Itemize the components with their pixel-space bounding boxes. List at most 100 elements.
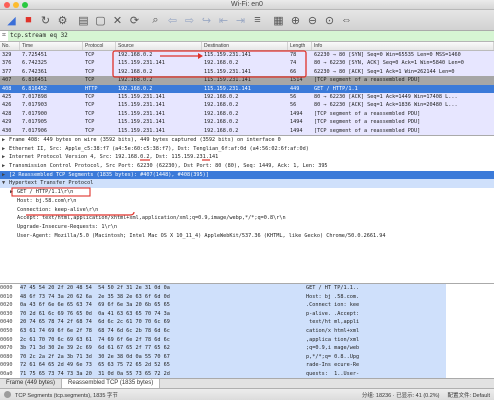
packet-cell-len: 56: [290, 102, 297, 109]
hex-row: 0050 63 61 74 69 6f 6e 2f 78 68 74 6d 6c …: [0, 326, 494, 336]
tab-frame-bytes[interactable]: Frame (449 bytes): [0, 379, 63, 388]
display-filter-input[interactable]: tcp.stream eq 32: [8, 31, 494, 41]
go-first-icon[interactable]: ⇤: [216, 13, 231, 28]
packet-row[interactable]: 408 6.816452 HTTP 192.168.0.2 115.159.231.14…: [0, 84, 494, 93]
expand-triangle-icon[interactable]: ▶: [2, 171, 9, 180]
hex-offset: 0030: [0, 310, 13, 317]
hex-ascii[interactable]: GET / HT TP/1.1..: [306, 284, 446, 293]
reload-icon[interactable]: ⟳: [127, 13, 142, 28]
status-profile-text[interactable]: 配置文件: Default: [448, 391, 490, 399]
column-header-destination[interactable]: Destination: [202, 42, 288, 50]
restart-icon[interactable]: ↻: [38, 13, 53, 28]
detail-row[interactable]: Accept: text/html,application/xhtml+xml,…: [0, 214, 494, 223]
hex-hex[interactable]: 0a 43 6f 6e 6e 65 63 74 69 6f 6e 3a 20 6…: [20, 301, 306, 310]
detail-row[interactable]: Connection: keep-alive\r\n: [0, 206, 494, 215]
column-header-no[interactable]: No.: [0, 42, 20, 50]
colorize-icon[interactable]: ▦: [271, 13, 286, 28]
packet-cell-info: [TCP segment of a reassembled PDU]: [314, 77, 421, 84]
detail-row[interactable]: ▼ Hypertext Transfer Protocol: [0, 179, 494, 189]
jump-to-icon[interactable]: ↪: [199, 13, 214, 28]
tab-reassembled-tcp[interactable]: Reassembled TCP (1835 bytes): [62, 379, 161, 388]
zoom-out-icon[interactable]: ⊖: [305, 13, 320, 28]
packet-row[interactable]: 425 7.017898 TCP 115.159.231.141 192.168.0.2…: [0, 92, 494, 102]
hex-row: 0070 3b 71 3d 30 2e 39 2c 69 6d 61 67 65 …: [0, 344, 494, 353]
packet-row[interactable]: 329 7.725451 TCP 192.168.0.2 115.159.231.141…: [0, 51, 494, 60]
column-header-info[interactable]: Info: [312, 42, 494, 50]
packet-details-pane: ▶ Frame 408: 449 bytes on wire (3592 bits…: [0, 135, 494, 283]
packet-row[interactable]: 407 6.816451 TCP 192.168.0.2 115.159.231.141…: [0, 76, 494, 85]
hex-ascii[interactable]: quests: 1..User-: [306, 369, 446, 378]
resize-columns-icon[interactable]: ⇔: [339, 13, 354, 28]
expand-triangle-icon[interactable]: ▶: [2, 136, 9, 145]
hex-offset: 0010: [0, 293, 13, 300]
zoom-in-icon[interactable]: ⊕: [288, 13, 303, 28]
column-header-protocol[interactable]: Protocol: [83, 42, 116, 50]
hex-hex[interactable]: 48 6f 73 74 3a 20 62 6a 2e 35 38 2e 63 6…: [20, 292, 306, 302]
detail-row[interactable]: ▶ GET / HTTP/1.1\r\n: [0, 188, 494, 197]
packet-cell-info: GET / HTTP/1.1: [314, 85, 358, 92]
autoscroll-icon[interactable]: ≡: [250, 13, 265, 28]
hex-hex[interactable]: 47 45 54 20 2f 20 48 54 54 50 2f 31 2e 3…: [20, 284, 306, 293]
hex-ascii[interactable]: cation/x html+xml: [306, 326, 446, 336]
hex-ascii[interactable]: Host: bj .58.com.: [306, 292, 446, 302]
detail-text: Upgrade-Insecure-Requests: 1\r\n: [17, 223, 117, 230]
hex-hex[interactable]: 70 2c 2a 2f 2a 3b 71 3d 30 2e 38 0d 0a 5…: [20, 352, 306, 362]
detail-row[interactable]: ▶ Transmission Control Protocol, Src Port…: [0, 162, 494, 171]
packet-cell-info: 62230 → 80 [SYN] Seq=0 Win=65535 Len=0 M…: [314, 52, 461, 58]
shark-fin-start-icon[interactable]: ◢: [4, 13, 19, 28]
hex-ascii[interactable]: p-alive. .Accept:: [306, 309, 446, 319]
detail-row[interactable]: ▶ Internet Protocol Version 4, Src: 192.1…: [0, 153, 494, 162]
expand-triangle-icon[interactable]: ▶: [10, 188, 17, 197]
column-header-time[interactable]: Time: [20, 42, 83, 50]
search-icon[interactable]: ⌕: [148, 13, 163, 28]
packet-row[interactable]: 430 7.017906 TCP 115.159.231.141 192.168.0.2…: [0, 126, 494, 135]
collapse-triangle-icon[interactable]: ▼: [2, 179, 9, 188]
packet-cell-src: 115.159.231.141: [118, 93, 165, 100]
go-last-icon[interactable]: ⇥: [233, 13, 248, 28]
options-gear-icon[interactable]: ⚙: [55, 13, 70, 28]
expand-triangle-icon[interactable]: ▶: [2, 153, 9, 162]
packet-cell-len: 1494: [290, 127, 303, 134]
detail-row[interactable]: Host: bj.58.com\r\n: [0, 197, 494, 206]
detail-text: Ethernet II, Src: Apple_c5:38:f7 (a4:5e:…: [9, 145, 309, 152]
file-icon[interactable]: ▢: [93, 13, 108, 28]
hex-hex[interactable]: 2c 61 70 70 6c 69 63 61 74 69 6f 6e 2f 7…: [20, 335, 306, 345]
hex-hex[interactable]: 70 2d 61 6c 69 76 65 0d 0a 41 63 63 65 7…: [20, 309, 306, 319]
hex-row: 0090 72 61 64 65 2d 49 6e 73 65 63 75 72 …: [0, 361, 494, 370]
detail-row[interactable]: ▶ Frame 408: 449 bytes on wire (3592 bits…: [0, 136, 494, 145]
zoom-reset-icon[interactable]: ⊙: [322, 13, 337, 28]
hex-hex[interactable]: 72 61 64 65 2d 49 6e 73 65 63 75 72 65 2…: [20, 361, 306, 370]
hex-ascii[interactable]: ,applica tion/xml: [306, 335, 446, 345]
column-header-length[interactable]: Length: [288, 42, 312, 50]
hex-ascii[interactable]: ;q=0.9,i mage/web: [306, 344, 446, 353]
bookmark-icon[interactable]: ⌗: [0, 32, 8, 40]
hex-hex[interactable]: 63 61 74 69 6f 6e 2f 78 68 74 6d 6c 2b 7…: [20, 326, 306, 336]
hex-hex[interactable]: 71 75 65 73 74 73 3a 20 31 0d 0a 55 73 6…: [20, 369, 306, 378]
detail-row[interactable]: ▶ Ethernet II, Src: Apple_c5:38:f7 (a4:5e…: [0, 145, 494, 154]
hex-ascii[interactable]: rade-Ins ecure-Re: [306, 361, 446, 370]
open-folder-icon[interactable]: ▤: [76, 13, 91, 28]
packet-row[interactable]: 376 6.742325 TCP 115.159.231.141 192.168.0.2…: [0, 59, 494, 68]
close-file-icon[interactable]: ✕: [110, 13, 125, 28]
packet-row[interactable]: 429 7.017905 TCP 115.159.231.141 192.168.0.2…: [0, 118, 494, 127]
hex-ascii[interactable]: text/ht ml,appli: [306, 318, 446, 327]
detail-row[interactable]: Upgrade-Insecure-Requests: 1\r\n: [0, 223, 494, 232]
packet-row[interactable]: 428 7.017900 TCP 115.159.231.141 192.168.0.2…: [0, 109, 494, 119]
hex-hex[interactable]: 3b 71 3d 30 2e 39 2c 69 6d 61 67 65 2f 7…: [20, 344, 306, 353]
forward-arrow-icon[interactable]: ⇨: [182, 13, 197, 28]
stop-icon[interactable]: ■: [21, 13, 36, 28]
packet-cell-no: 407: [2, 77, 12, 84]
packet-row[interactable]: 377 6.742361 TCP 192.168.0.2 115.159.231.141…: [0, 67, 494, 77]
packet-row[interactable]: 426 7.017903 TCP 115.159.231.141 192.168.0.2…: [0, 101, 494, 110]
hex-ascii[interactable]: .Connect ion: kee: [306, 301, 446, 310]
detail-row[interactable]: User-Agent: Mozilla/5.0 (Macintosh; Inte…: [0, 232, 494, 241]
hex-offset: 0090: [0, 362, 13, 369]
detail-row[interactable]: ▶ [2 Reassembled TCP Segments (1835 bytes…: [0, 170, 494, 180]
back-arrow-icon[interactable]: ⇦: [165, 13, 180, 28]
expand-triangle-icon[interactable]: ▶: [2, 162, 9, 171]
hex-ascii[interactable]: p,*/*;q= 0.8..Upg: [306, 352, 446, 362]
hex-hex[interactable]: 20 74 65 78 74 2f 68 74 6d 6c 2c 61 70 7…: [20, 318, 306, 327]
expand-triangle-icon[interactable]: ▶: [2, 145, 9, 154]
column-header-source[interactable]: Source: [116, 42, 202, 50]
expert-info-icon[interactable]: [4, 391, 11, 398]
